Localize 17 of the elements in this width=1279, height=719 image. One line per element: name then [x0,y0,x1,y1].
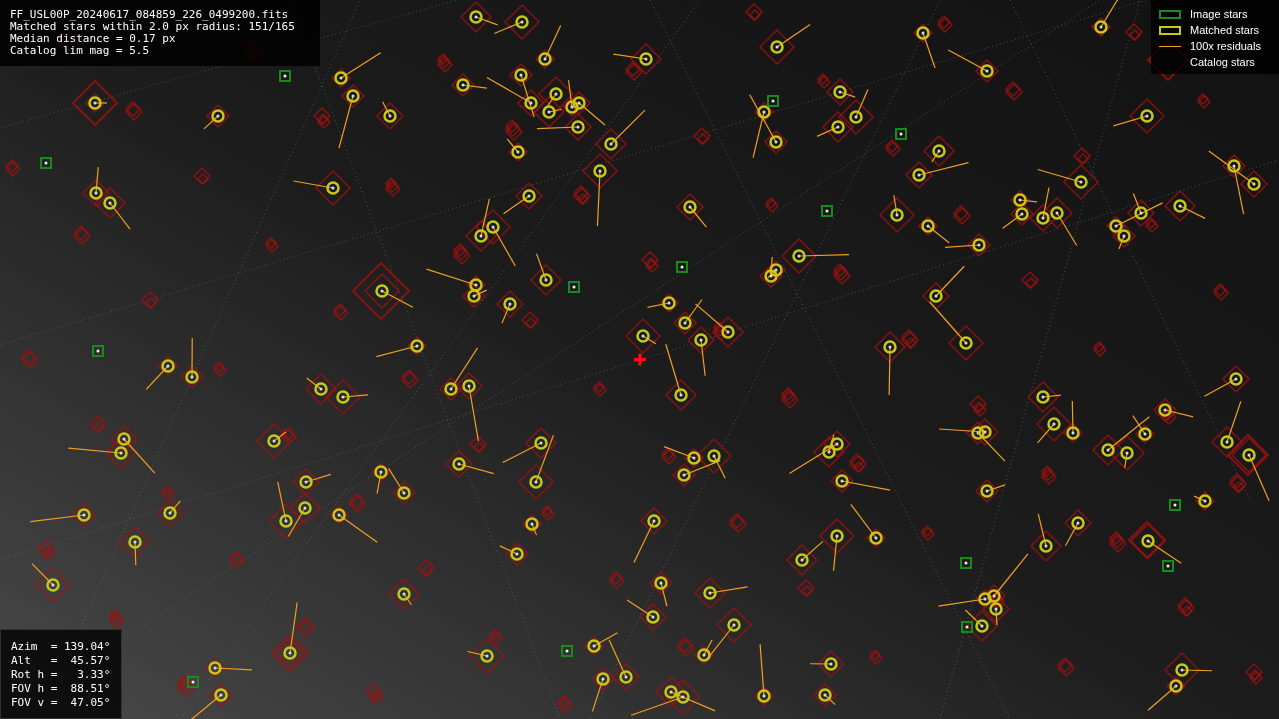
matched-star-swatch [1158,26,1181,35]
legend-label: Image stars [1190,7,1248,23]
legend-label: 100x residuals [1190,39,1261,55]
pointing-line: Azim = 139.04° [11,640,111,654]
info-line: FF_USL00P_20240617_084859_226_0499200.fits [10,9,290,21]
residual-line-swatch [1158,46,1181,47]
crosshair-icon [634,353,646,366]
legend-label: Catalog stars [1190,55,1255,71]
pointing-line: Alt = 45.57° [11,654,111,668]
info-line: Median distance = 0.17 px [10,33,177,45]
info-line: Catalog lim mag = 5.5 [10,45,151,57]
info-line: Matched stars within 2.0 px radius: 151/165 [10,21,296,33]
pointing-line: Rot h = 3.33° [11,668,111,682]
pointing-line: FOV h = 88.51° [11,682,111,696]
legend-label: Matched stars [1190,23,1260,39]
pointing-line: FOV v = 47.05° [11,696,111,710]
image-star-swatch [1158,10,1181,19]
